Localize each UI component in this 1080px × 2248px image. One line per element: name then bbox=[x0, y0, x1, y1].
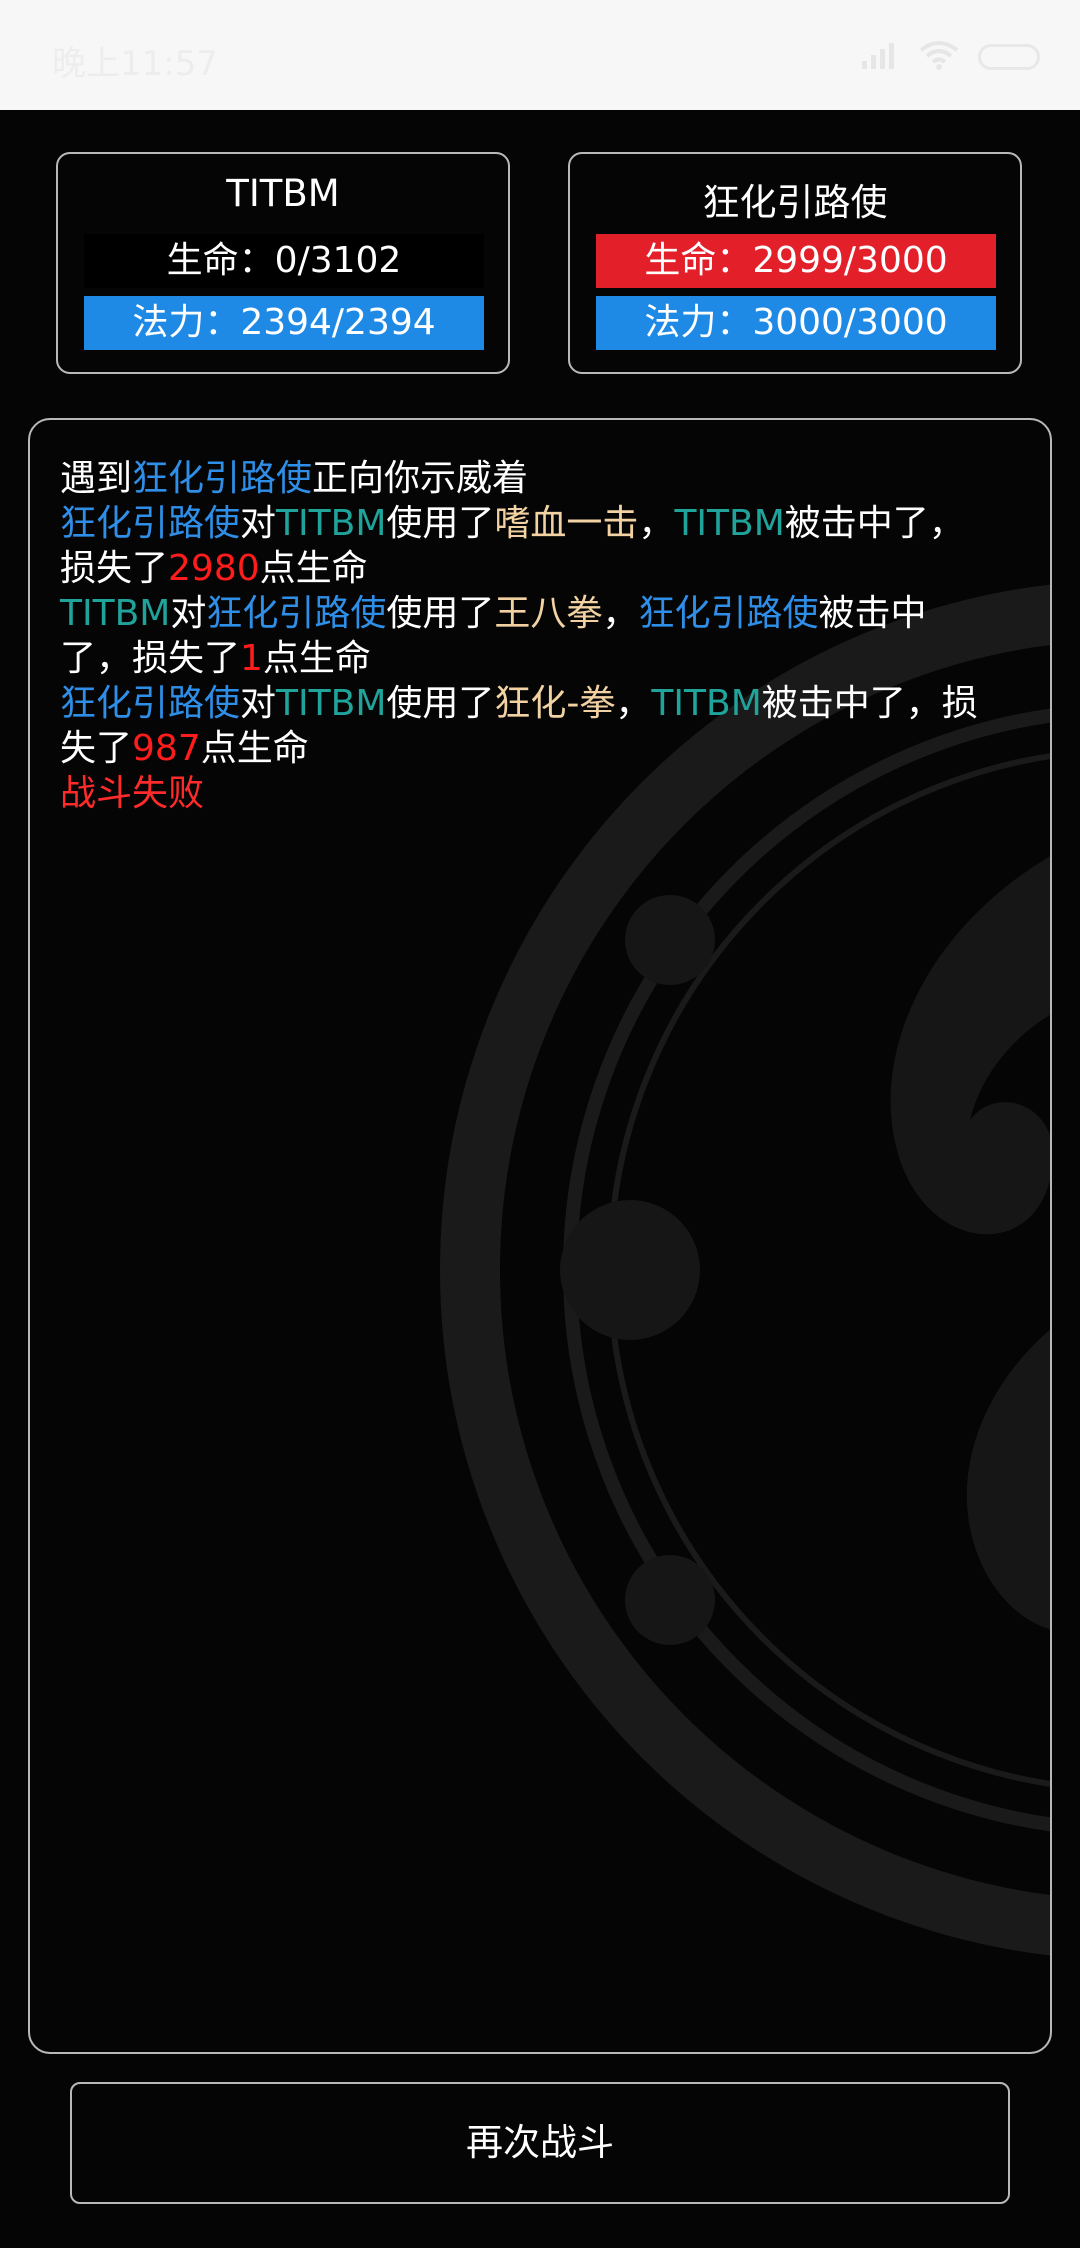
status-bar: 晚上11:57 bbox=[0, 0, 1080, 110]
log-entry: 狂化引路使对TITBM使用了狂化-拳，TITBM被击中了，损 失了987点生命 bbox=[60, 681, 1030, 771]
log-text: 损失了 bbox=[60, 548, 169, 589]
log-enemy-name: 狂化引路使 bbox=[132, 458, 313, 499]
log-player-name: TITBM bbox=[276, 683, 387, 724]
player-hp-label: 生命：0/3102 bbox=[166, 240, 402, 281]
log-enemy-name: 狂化引路使 bbox=[206, 593, 387, 634]
enemy-mp-bar: 法力：3000/3000 bbox=[596, 296, 996, 350]
log-text: 被击中了，损 bbox=[761, 683, 978, 724]
log-text: 使用了 bbox=[386, 683, 495, 724]
log-text: 被击中了， bbox=[784, 503, 965, 544]
log-skill-name: 狂化-拳 bbox=[494, 683, 616, 724]
player-mp-bar: 法力：2394/2394 bbox=[84, 296, 484, 350]
enemy-hp-label: 生命：2999/3000 bbox=[644, 240, 948, 281]
wifi-icon bbox=[919, 40, 959, 74]
enemy-name: 狂化引路使 bbox=[702, 181, 888, 224]
log-enemy-name: 狂化引路使 bbox=[60, 683, 241, 724]
log-entry: TITBM对狂化引路使使用了王八拳，狂化引路使被击中 了，损失了1点生命 bbox=[60, 591, 1030, 681]
log-damage-value: 987 bbox=[132, 728, 201, 769]
log-damage-value: 1 bbox=[240, 638, 263, 679]
status-time: 晚上11:57 bbox=[52, 44, 218, 84]
signal-icon bbox=[860, 41, 900, 73]
log-text: 使用了 bbox=[386, 503, 495, 544]
log-text: 被击中 bbox=[818, 593, 927, 634]
log-text: 点生命 bbox=[262, 638, 371, 679]
log-text: ， bbox=[602, 593, 639, 634]
enemy-status-card: 狂化引路使 生命：2999/3000 法力：3000/3000 bbox=[568, 152, 1022, 374]
log-player-name: TITBM bbox=[276, 503, 387, 544]
log-enemy-name: 狂化引路使 bbox=[60, 503, 241, 544]
log-entry: 遇到狂化引路使正向你示威着 bbox=[60, 456, 1030, 501]
log-damage-value: 2980 bbox=[168, 548, 260, 589]
log-player-name: TITBM bbox=[651, 683, 762, 724]
battle-result: 战斗失败 bbox=[60, 773, 205, 814]
log-text: 了，损失了 bbox=[60, 638, 241, 679]
enemy-mp-label: 法力：3000/3000 bbox=[644, 302, 948, 343]
log-player-name: TITBM bbox=[60, 593, 171, 634]
player-name: TITBM bbox=[226, 172, 340, 215]
log-enemy-name: 狂化引路使 bbox=[638, 593, 819, 634]
log-entry: 狂化引路使对TITBM使用了嗜血一击，TITBM被击中了， 损失了2980点生命 bbox=[60, 501, 1030, 591]
fight-again-button[interactable]: 再次战斗 bbox=[70, 2082, 1010, 2204]
log-player-name: TITBM bbox=[674, 503, 785, 544]
log-text: ， bbox=[615, 683, 652, 724]
log-text: ， bbox=[638, 503, 675, 544]
log-skill-name: 嗜血一击 bbox=[494, 503, 639, 544]
log-text: 遇到 bbox=[60, 458, 133, 499]
player-hp-bar: 生命：0/3102 bbox=[84, 234, 484, 288]
player-mp-label: 法力：2394/2394 bbox=[132, 302, 436, 343]
battle-log-panel[interactable]: 遇到狂化引路使正向你示威着 狂化引路使对TITBM使用了嗜血一击，TITBM被击… bbox=[28, 418, 1052, 2054]
battle-log: 遇到狂化引路使正向你示威着 狂化引路使对TITBM使用了嗜血一击，TITBM被击… bbox=[60, 456, 1030, 816]
status-icons bbox=[846, 40, 1040, 74]
battery-icon bbox=[978, 44, 1040, 70]
player-status-card: TITBM 生命：0/3102 法力：2394/2394 bbox=[56, 152, 510, 374]
log-text: 对 bbox=[170, 593, 207, 634]
enemy-hp-bar: 生命：2999/3000 bbox=[596, 234, 996, 288]
log-text: 对 bbox=[240, 683, 277, 724]
log-text: 正向你示威着 bbox=[312, 458, 529, 499]
log-text: 对 bbox=[240, 503, 277, 544]
log-text: 点生命 bbox=[259, 548, 368, 589]
log-text: 点生命 bbox=[200, 728, 309, 769]
log-text: 使用了 bbox=[386, 593, 495, 634]
log-skill-name: 王八拳 bbox=[494, 593, 603, 634]
log-text: 失了 bbox=[60, 728, 133, 769]
